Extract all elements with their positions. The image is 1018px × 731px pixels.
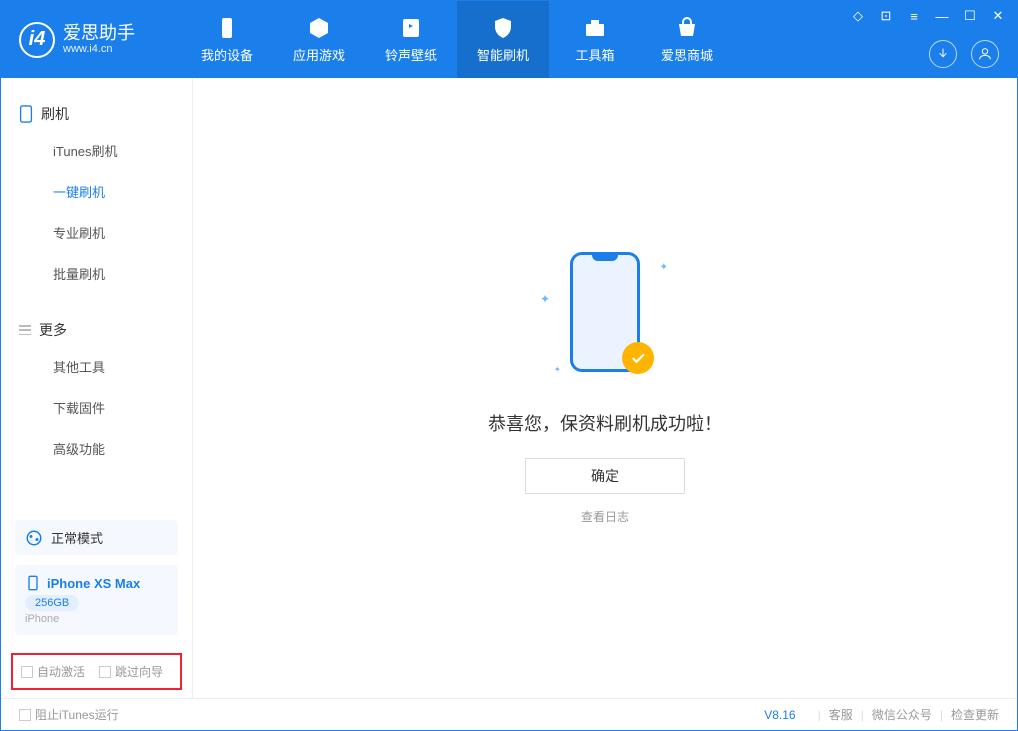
- flash-options-highlight: 自动激活 跳过向导: [11, 653, 182, 690]
- sidebar-item-itunes-flash[interactable]: iTunes刷机: [1, 130, 192, 171]
- separator: |: [818, 708, 821, 722]
- sidebar-item-oneclick-flash[interactable]: 一键刷机: [1, 171, 192, 212]
- device-mode-card[interactable]: 正常模式: [15, 520, 178, 555]
- device-panel: 正常模式 iPhone XS Max 256GB iPhone: [1, 510, 192, 645]
- footer-link-support[interactable]: 客服: [829, 706, 853, 723]
- sidebar-scroll: 刷机 iTunes刷机 一键刷机 专业刷机 批量刷机 更多 其他工具 下载固件 …: [1, 78, 192, 510]
- sidebar-item-advanced[interactable]: 高级功能: [1, 428, 192, 469]
- tab-label: 我的设备: [201, 45, 253, 64]
- shield-icon: [490, 15, 516, 41]
- user-button[interactable]: [971, 40, 999, 68]
- minimize-icon[interactable]: —: [933, 7, 951, 25]
- tab-store[interactable]: 爱思商城: [641, 1, 733, 78]
- tab-ringtone-wallpaper[interactable]: 铃声壁纸: [365, 1, 457, 78]
- store-icon: [674, 15, 700, 41]
- logo-text: 爱思助手 www.i4.cn: [63, 24, 135, 56]
- separator: |: [940, 708, 943, 722]
- sidebar-item-other-tools[interactable]: 其他工具: [1, 346, 192, 387]
- checkbox-label: 阻止iTunes运行: [35, 706, 119, 723]
- device-mode: 正常模式: [51, 528, 103, 547]
- music-icon: [398, 15, 424, 41]
- tab-toolbox[interactable]: 工具箱: [549, 1, 641, 78]
- group-head-more: 更多: [1, 314, 192, 346]
- checkbox-label: 自动激活: [37, 663, 85, 680]
- list-icon: [19, 325, 31, 335]
- skin-icon[interactable]: ◇: [849, 7, 867, 25]
- separator: |: [861, 708, 864, 722]
- sidebar-item-batch-flash[interactable]: 批量刷机: [1, 253, 192, 294]
- menu-icon[interactable]: ≡: [905, 7, 923, 25]
- checkbox-icon: [19, 709, 31, 721]
- device-icon: [214, 15, 240, 41]
- tab-apps-games[interactable]: 应用游戏: [273, 1, 365, 78]
- window-controls: ◇ ⊡ ≡ — ☐ ✕: [849, 7, 1007, 25]
- device-type: iPhone: [25, 613, 168, 625]
- device-name: iPhone XS Max: [47, 576, 140, 591]
- toolbox-icon: [582, 15, 608, 41]
- logo-area: i4 爱思助手 www.i4.cn: [1, 22, 181, 58]
- tab-my-device[interactable]: 我的设备: [181, 1, 273, 78]
- sparkle-icon: ✦: [660, 262, 668, 273]
- close-icon[interactable]: ✕: [989, 7, 1007, 25]
- device-phone-icon: [25, 575, 41, 591]
- version-label: V8.16: [764, 708, 795, 722]
- view-log-link[interactable]: 查看日志: [581, 508, 629, 525]
- sparkle-icon: ✦: [554, 365, 561, 374]
- sidebar-item-download-firmware[interactable]: 下载固件: [1, 387, 192, 428]
- checkbox-icon: [21, 666, 33, 678]
- refresh-icon: [25, 529, 43, 547]
- phone-icon: [19, 105, 33, 123]
- group-more: 更多 其他工具 下载固件 高级功能: [1, 304, 192, 479]
- sparkle-icon: ✦: [540, 292, 550, 306]
- group-title: 刷机: [41, 104, 69, 124]
- group-head-flash: 刷机: [1, 98, 192, 130]
- main-tabs: 我的设备 应用游戏 铃声壁纸 智能刷机 工具箱 爱思商城: [181, 1, 733, 78]
- sidebar: 刷机 iTunes刷机 一键刷机 专业刷机 批量刷机 更多 其他工具 下载固件 …: [1, 78, 193, 698]
- checkbox-block-itunes[interactable]: 阻止iTunes运行: [19, 706, 119, 723]
- app-title: 爱思助手: [63, 24, 135, 44]
- maximize-icon[interactable]: ☐: [961, 7, 979, 25]
- device-storage: 256GB: [25, 595, 79, 611]
- checkbox-auto-activate[interactable]: 自动激活: [21, 663, 85, 680]
- tab-smart-flash[interactable]: 智能刷机: [457, 1, 549, 78]
- tab-label: 爱思商城: [661, 45, 713, 64]
- check-badge-icon: [622, 342, 654, 374]
- ok-button[interactable]: 确定: [525, 458, 685, 494]
- sidebar-item-pro-flash[interactable]: 专业刷机: [1, 212, 192, 253]
- download-button[interactable]: [929, 40, 957, 68]
- checkbox-skip-guide[interactable]: 跳过向导: [99, 663, 163, 680]
- footer-links: V8.16 | 客服 | 微信公众号 | 检查更新: [764, 706, 999, 723]
- app-subtitle: www.i4.cn: [63, 43, 135, 55]
- cube-icon: [306, 15, 332, 41]
- tab-label: 应用游戏: [293, 45, 345, 64]
- checkbox-icon: [99, 666, 111, 678]
- header-actions: [929, 40, 999, 68]
- body: 刷机 iTunes刷机 一键刷机 专业刷机 批量刷机 更多 其他工具 下载固件 …: [1, 78, 1017, 698]
- logo-icon: i4: [19, 22, 55, 58]
- tab-label: 铃声壁纸: [385, 45, 437, 64]
- group-title: 更多: [39, 320, 67, 340]
- group-flash: 刷机 iTunes刷机 一键刷机 专业刷机 批量刷机: [1, 88, 192, 304]
- tab-label: 智能刷机: [477, 45, 529, 64]
- tab-label: 工具箱: [575, 45, 614, 64]
- checkbox-label: 跳过向导: [115, 663, 163, 680]
- footer-link-wechat[interactable]: 微信公众号: [872, 706, 932, 723]
- main-content: ✦ ✦ ✦ 恭喜您，保资料刷机成功啦！ 确定 查看日志: [193, 78, 1017, 698]
- success-message: 恭喜您，保资料刷机成功啦！: [488, 410, 722, 436]
- header: i4 爱思助手 www.i4.cn 我的设备 应用游戏 铃声壁纸 智能刷机 工具…: [1, 1, 1017, 78]
- footer-link-update[interactable]: 检查更新: [951, 706, 999, 723]
- success-illustration: ✦ ✦ ✦: [560, 252, 650, 382]
- footer: 阻止iTunes运行 V8.16 | 客服 | 微信公众号 | 检查更新: [1, 698, 1017, 730]
- device-info-card[interactable]: iPhone XS Max 256GB iPhone: [15, 565, 178, 635]
- feedback-icon[interactable]: ⊡: [877, 7, 895, 25]
